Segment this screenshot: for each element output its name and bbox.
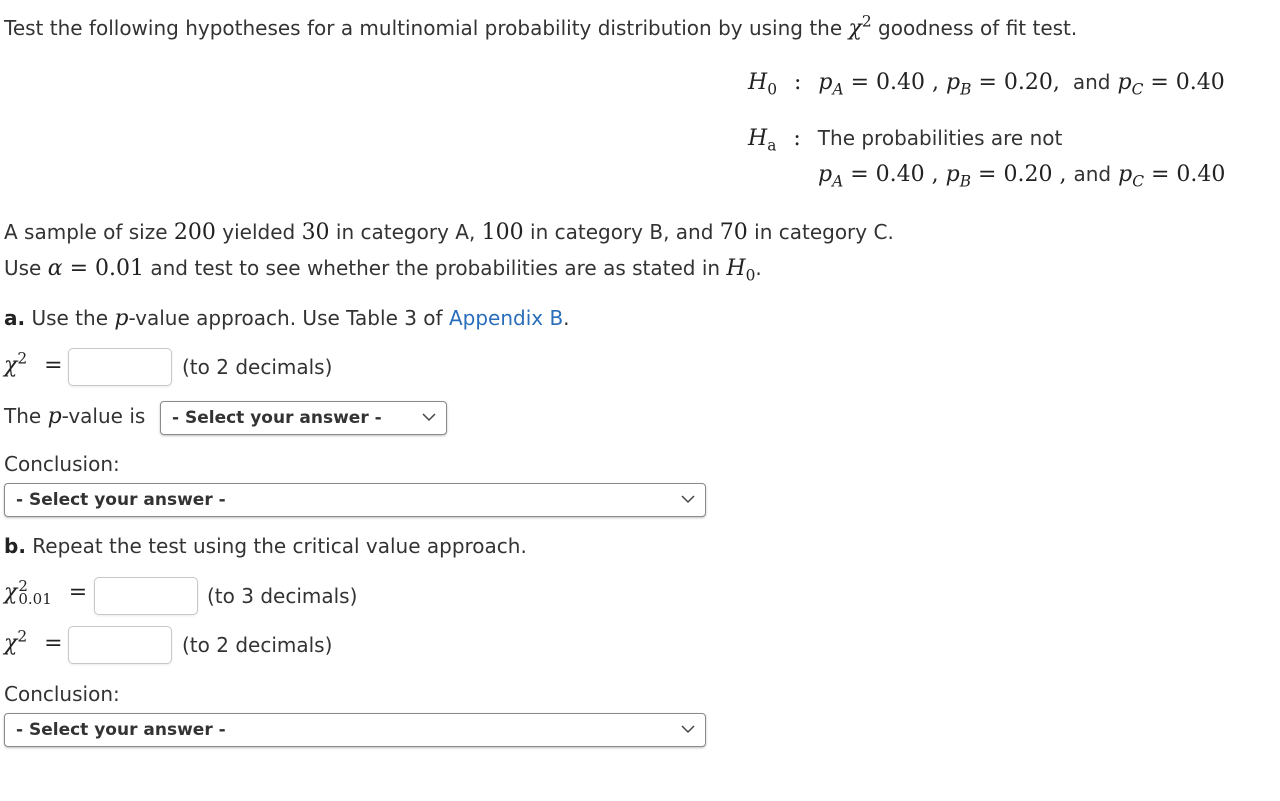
sample-description: A sample of size 200 yielded 30 in categ…	[4, 220, 894, 245]
sample-size: 200	[173, 220, 216, 245]
part-b-heading: b. Repeat the test using the critical va…	[4, 534, 527, 558]
count-c: 70	[719, 220, 748, 245]
chi-square-symbol: χ2	[4, 349, 28, 378]
chi-square-critical-symbol: χ 2 0.01	[4, 577, 52, 608]
chi-square-hint-b: (to 2 decimals)	[182, 633, 333, 657]
h0-label: H0	[748, 70, 777, 99]
intro-line: Test the following hypotheses for a mult…	[4, 12, 1078, 41]
h0-pb: pB = 0.20,	[946, 70, 1060, 99]
conclusion-select-b[interactable]: - Select your answer -	[4, 713, 706, 747]
intro-text-after: goodness of fit test.	[878, 16, 1078, 40]
chi-square-input-b[interactable]	[68, 626, 172, 664]
chevron-down-icon	[681, 495, 695, 504]
chevron-down-icon	[422, 413, 436, 422]
part-b-chi-label: χ2 =	[4, 627, 63, 656]
alternative-hypothesis: Ha : The probabilities are not	[748, 126, 1063, 155]
ha-pb: pB = 0.20	[945, 162, 1053, 191]
ha-label: Ha	[748, 126, 777, 155]
critical-value-hint: (to 3 decimals)	[207, 584, 358, 608]
h0-reference: H0	[726, 256, 756, 285]
conclusion-label-b: Conclusion:	[4, 682, 120, 706]
alpha-value: α = 0.01	[47, 256, 145, 281]
chi-square-input-a[interactable]	[68, 348, 172, 386]
ha-pa: pA = 0.40	[818, 162, 925, 191]
conclusion-select-b-value: - Select your answer -	[16, 720, 226, 740]
appendix-b-link[interactable]: Appendix B	[449, 306, 563, 330]
critical-value-input[interactable]	[94, 577, 198, 615]
conclusion-label-a: Conclusion:	[4, 452, 120, 476]
h0-pc: pC = 0.40	[1117, 70, 1225, 99]
chi-square-hint-a: (to 2 decimals)	[182, 355, 333, 379]
alpha-instruction: Use α = 0.01 and test to see whether the…	[4, 256, 762, 285]
null-hypothesis: H0 : pA = 0.40 , pB = 0.20, and pC = 0.4…	[748, 70, 1225, 99]
critical-value-label: χ 2 0.01 =	[4, 577, 88, 608]
conclusion-select-a-value: - Select your answer -	[16, 490, 226, 510]
chevron-down-icon	[681, 725, 695, 734]
chi-square-symbol: χ2	[4, 627, 28, 656]
part-a-chi-label: χ2 =	[4, 349, 63, 378]
chi-square-symbol: χ2	[848, 12, 872, 41]
p-value-select[interactable]: - Select your answer -	[160, 401, 447, 435]
count-a: 30	[301, 220, 330, 245]
intro-text-before: Test the following hypotheses for a mult…	[4, 16, 843, 40]
ha-pc: pC = 0.40	[1118, 162, 1226, 191]
part-a-heading: a. Use the p-value approach. Use Table 3…	[4, 306, 570, 331]
p-value-select-value: - Select your answer -	[172, 408, 382, 428]
conclusion-select-a[interactable]: - Select your answer -	[4, 483, 706, 517]
p-value-label: The p-value is	[4, 404, 146, 429]
h0-pa: pA = 0.40	[818, 70, 926, 99]
alternative-hypothesis-values: pA = 0.40 , pB = 0.20 , and pC = 0.40	[818, 162, 1226, 191]
count-b: 100	[481, 220, 524, 245]
